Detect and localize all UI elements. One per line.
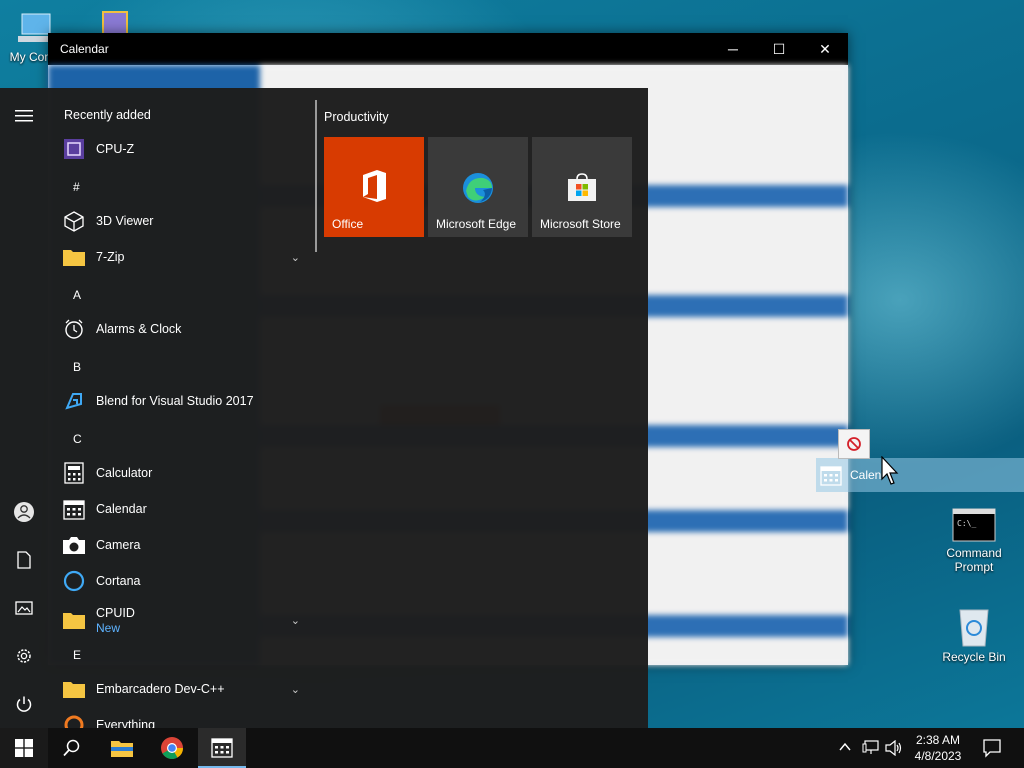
drag-ghost-calendar: Calen <box>816 458 1024 492</box>
app-item-7-zip[interactable]: 7-Zip ⌄ <box>62 240 302 274</box>
network-icon[interactable] <box>862 740 880 761</box>
notification-icon[interactable] <box>982 738 1002 763</box>
app-item-calendar[interactable]: Calendar <box>62 492 302 526</box>
no-entry-icon <box>847 437 861 451</box>
app-label: Calculator <box>96 466 153 480</box>
app-item-cpu-z[interactable]: CPU-Z <box>62 132 302 166</box>
user-icon[interactable] <box>0 490 48 534</box>
close-button[interactable]: ✕ <box>802 33 848 65</box>
app-item-embarcadero[interactable]: Embarcadero Dev-C++ ⌄ <box>62 672 302 706</box>
letter-header-b[interactable]: B <box>73 360 81 374</box>
letter-header-hash[interactable]: # <box>73 180 80 194</box>
minimize-button[interactable]: ─ <box>710 33 756 65</box>
desktop-icon-label: Command Prompt <box>946 546 1002 574</box>
everything-icon <box>62 713 86 728</box>
app-label: Everything <box>96 718 156 728</box>
start-menu[interactable]: Recently added CPU-Z # 3D Viewer 7-Zip ⌄… <box>0 88 648 728</box>
calculator-icon <box>62 461 86 485</box>
chevron-up-icon[interactable] <box>838 740 852 759</box>
letter-header-a[interactable]: A <box>73 288 81 302</box>
settings-icon[interactable] <box>0 634 48 678</box>
calendar-icon <box>820 464 842 486</box>
calendar-icon <box>62 497 86 521</box>
power-icon[interactable] <box>0 682 48 726</box>
cortana-icon <box>62 569 86 593</box>
chevron-down-icon[interactable]: ⌄ <box>291 251 300 264</box>
volume-icon[interactable] <box>885 739 903 761</box>
tile-label: Microsoft Store <box>540 217 621 231</box>
tile-office[interactable]: Office <box>324 137 424 237</box>
documents-icon[interactable] <box>0 538 48 582</box>
app-item-camera[interactable]: Camera <box>62 528 302 562</box>
app-item-blend[interactable]: Blend for Visual Studio 2017 <box>62 384 302 418</box>
taskbar: 2:38 AM 4/8/2023 <box>0 728 1024 768</box>
command-prompt-icon: C:\_ <box>952 508 996 544</box>
app-label: Blend for Visual Studio 2017 <box>96 394 254 408</box>
tile-label: Microsoft Edge <box>436 217 517 231</box>
app-list[interactable]: Recently added CPU-Z # 3D Viewer 7-Zip ⌄… <box>48 88 316 728</box>
store-icon <box>566 171 598 208</box>
menu-icon[interactable] <box>0 94 48 138</box>
recently-added-header: Recently added <box>64 108 151 122</box>
pictures-icon[interactable] <box>0 586 48 630</box>
app-item-cpuid[interactable]: CPUID New ⌄ <box>62 600 302 640</box>
tile-microsoft-edge[interactable]: Microsoft Edge <box>428 137 528 237</box>
tile-microsoft-store[interactable]: Microsoft Store <box>532 137 632 237</box>
new-badge: New <box>96 620 121 635</box>
svg-text:C:\_: C:\_ <box>957 519 976 528</box>
app-item-alarms-clock[interactable]: Alarms & Clock <box>62 312 302 346</box>
file-explorer-icon[interactable] <box>98 728 146 768</box>
chevron-down-icon[interactable]: ⌄ <box>291 614 300 627</box>
app-item-cortana[interactable]: Cortana <box>62 564 302 598</box>
window-title: Calendar <box>60 42 109 56</box>
alarm-clock-icon <box>62 317 86 341</box>
office-icon <box>359 169 389 208</box>
app-label: Calendar <box>96 502 147 516</box>
folder-icon <box>62 245 86 269</box>
cpuz-icon <box>62 137 86 161</box>
letter-header-c[interactable]: C <box>73 432 82 446</box>
clock-date: 4/8/2023 <box>914 749 962 763</box>
app-list-scrollbar[interactable] <box>315 100 317 252</box>
chrome-icon[interactable] <box>148 728 196 768</box>
mouse-cursor-icon <box>881 455 901 491</box>
search-icon[interactable] <box>48 728 96 768</box>
app-label: Embarcadero Dev-C++ <box>96 682 225 696</box>
letter-header-e[interactable]: E <box>73 648 81 662</box>
app-label: CPU-Z <box>96 142 135 156</box>
app-label-group: CPUID New <box>96 606 135 635</box>
app-label: Alarms & Clock <box>96 322 182 336</box>
no-drop-indicator <box>838 429 870 459</box>
windows-logo-icon <box>15 739 33 757</box>
3d-viewer-icon <box>62 209 86 233</box>
folder-icon <box>62 677 86 701</box>
clock-time: 2:38 AM <box>915 733 961 747</box>
calendar-titlebar[interactable]: Calendar ─ ☐ ✕ <box>48 33 848 65</box>
app-label: Cortana <box>96 574 141 588</box>
desktop-icon-label: Recycle Bin <box>942 650 1006 664</box>
tile-label: Office <box>332 217 364 231</box>
desktop-icon-command-prompt[interactable]: C:\_ Command Prompt <box>938 508 1010 574</box>
tile-group-title[interactable]: Productivity <box>324 110 389 124</box>
desktop-icon-recycle-bin[interactable]: Recycle Bin <box>938 604 1010 664</box>
folder-icon <box>62 608 86 632</box>
chevron-down-icon[interactable]: ⌄ <box>291 683 300 696</box>
app-item-calculator[interactable]: Calculator <box>62 456 302 490</box>
app-label: 3D Viewer <box>96 214 154 228</box>
app-item-3d-viewer[interactable]: 3D Viewer <box>62 204 302 238</box>
app-label: CPUID <box>96 605 135 620</box>
app-label: 7-Zip <box>96 250 125 264</box>
start-button[interactable] <box>0 728 48 768</box>
system-clock[interactable]: 2:38 AM 4/8/2023 <box>906 732 970 764</box>
blend-icon <box>62 389 86 413</box>
camera-icon <box>62 533 86 557</box>
app-label: Camera <box>96 538 141 552</box>
calendar-icon[interactable] <box>198 728 246 768</box>
recycle-bin-icon <box>954 604 994 648</box>
edge-icon <box>461 171 495 210</box>
maximize-button[interactable]: ☐ <box>756 33 802 65</box>
app-item-everything[interactable]: Everything <box>62 708 302 728</box>
drag-label: Calen <box>850 468 882 482</box>
start-rail <box>0 88 48 728</box>
